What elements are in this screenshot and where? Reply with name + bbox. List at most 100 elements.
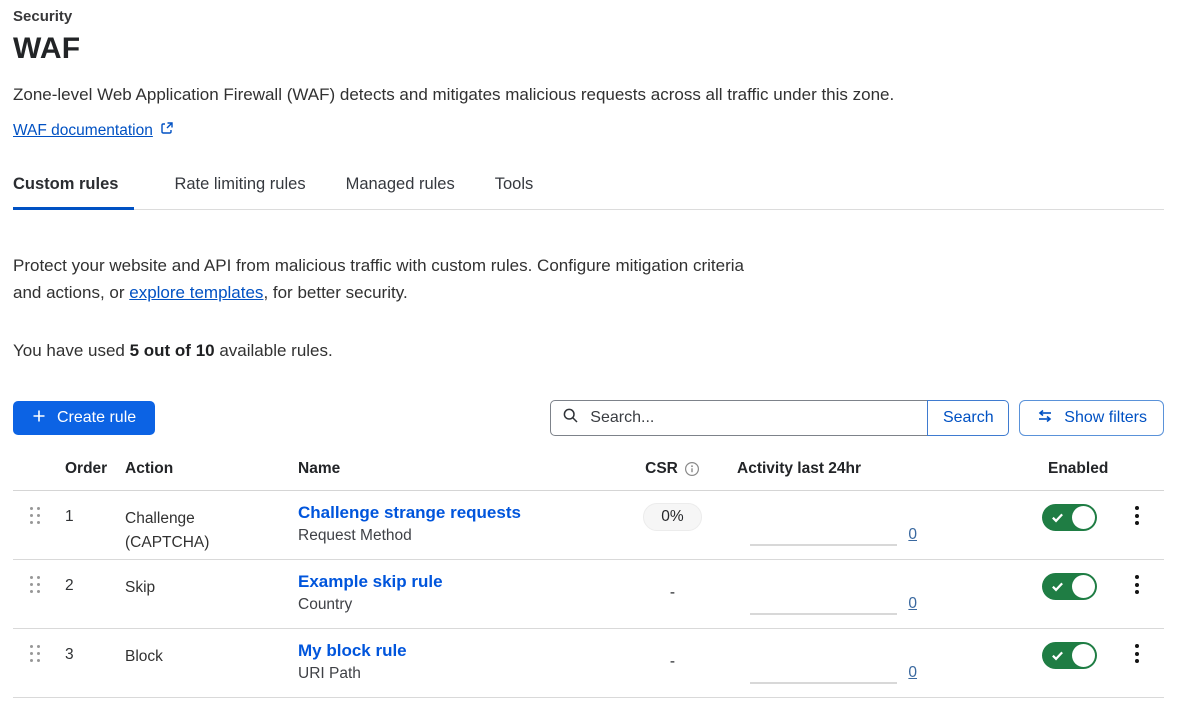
rule-name-cell: Challenge strange requests Request Metho… — [293, 491, 625, 559]
drag-handle-cell — [13, 491, 60, 559]
csr-value: - — [670, 653, 675, 671]
check-icon — [1051, 580, 1064, 598]
rule-action: Skip — [120, 560, 293, 628]
rule-order: 2 — [60, 560, 120, 628]
info-icon[interactable] — [684, 461, 700, 477]
drag-handle-cell — [13, 629, 60, 697]
check-icon — [1051, 649, 1064, 667]
rule-name-link[interactable]: Example skip rule — [298, 572, 443, 592]
toggle-knob — [1072, 644, 1095, 667]
breadcrumb: Security — [13, 8, 1164, 25]
enabled-toggle[interactable] — [1042, 504, 1097, 531]
csr-cell: - — [625, 560, 720, 628]
activity-cell: 0 — [720, 491, 935, 559]
enabled-cell — [1030, 629, 1110, 697]
search-group: Search — [550, 400, 1009, 436]
col-header-name: Name — [293, 460, 625, 478]
plus-icon — [32, 409, 46, 428]
documentation-row: WAF documentation — [13, 121, 1164, 140]
rule-order: 3 — [60, 629, 120, 697]
usage-count: 5 out of 10 — [130, 341, 215, 360]
rule-name-cell: Example skip rule Country — [293, 560, 625, 628]
waf-documentation-link[interactable]: WAF documentation — [13, 122, 153, 140]
show-filters-button[interactable]: Show filters — [1019, 400, 1164, 436]
page-title: WAF — [13, 32, 1164, 66]
menu-cell — [1110, 491, 1164, 559]
rule-action: Block — [120, 629, 293, 697]
intro-text: Protect your website and API from malici… — [13, 252, 755, 306]
toggle-knob — [1072, 575, 1095, 598]
create-rule-label: Create rule — [57, 409, 136, 427]
csr-cell: 0% — [625, 491, 720, 559]
tab-managed-rules[interactable]: Managed rules — [346, 175, 455, 209]
explore-templates-link[interactable]: explore templates — [129, 283, 263, 302]
activity-count-link[interactable]: 0 — [908, 664, 917, 682]
rule-order: 1 — [60, 491, 120, 559]
table-row: 2 Skip Example skip rule Country - 0 — [13, 560, 1164, 629]
drag-handle-icon[interactable] — [30, 645, 40, 662]
usage-before: You have used — [13, 341, 130, 360]
activity-sparkline — [750, 613, 897, 615]
create-rule-button[interactable]: Create rule — [13, 401, 155, 435]
tab-tools[interactable]: Tools — [495, 175, 534, 209]
drag-handle-cell — [13, 560, 60, 628]
toolbar: Create rule Search — [13, 400, 1164, 436]
enabled-cell — [1030, 491, 1110, 559]
drag-handle-icon[interactable] — [30, 507, 40, 524]
menu-cell — [1110, 629, 1164, 697]
csr-badge: 0% — [643, 503, 701, 531]
col-header-csr: CSR — [645, 460, 678, 478]
row-menu-button[interactable] — [1131, 506, 1143, 525]
rule-name-link[interactable]: My block rule — [298, 641, 407, 661]
rule-name-cell: My block rule URI Path — [293, 629, 625, 697]
usage-text: You have used 5 out of 10 available rule… — [13, 341, 1164, 361]
csr-cell: - — [625, 629, 720, 697]
external-link-icon — [160, 121, 174, 140]
csr-value: - — [670, 584, 675, 602]
rule-action-line2: (CAPTCHA) — [125, 531, 293, 555]
search-input[interactable] — [588, 408, 916, 428]
rule-action-line1: Challenge — [125, 507, 293, 531]
enabled-cell — [1030, 560, 1110, 628]
intro-part2: , for better security. — [263, 283, 407, 302]
col-header-order: Order — [60, 460, 120, 478]
row-menu-button[interactable] — [1131, 575, 1143, 594]
col-header-enabled: Enabled — [1030, 460, 1110, 478]
table-header-row: Order Action Name CSR Activity last 24hr… — [13, 460, 1164, 491]
table-row: 3 Block My block rule URI Path - 0 — [13, 629, 1164, 698]
enabled-toggle[interactable] — [1042, 642, 1097, 669]
show-filters-label: Show filters — [1064, 409, 1147, 427]
rule-action: Challenge (CAPTCHA) — [120, 491, 293, 559]
rule-field: Request Method — [298, 527, 625, 545]
col-header-activity: Activity last 24hr — [720, 460, 935, 478]
tab-rate-limiting-rules[interactable]: Rate limiting rules — [174, 175, 305, 209]
activity-cell: 0 — [720, 629, 935, 697]
rule-field: Country — [298, 596, 625, 614]
rules-table: Order Action Name CSR Activity last 24hr… — [13, 460, 1164, 698]
rule-action-line1: Skip — [125, 576, 293, 600]
tab-custom-rules[interactable]: Custom rules — [13, 175, 134, 210]
rule-name-link[interactable]: Challenge strange requests — [298, 503, 521, 523]
waf-page: Security WAF Zone-level Web Application … — [0, 0, 1177, 698]
usage-after: available rules. — [215, 341, 333, 360]
filters-arrows-icon — [1036, 407, 1054, 430]
drag-handle-icon[interactable] — [30, 576, 40, 593]
search-button[interactable]: Search — [927, 400, 1009, 436]
col-header-action: Action — [120, 460, 293, 478]
activity-sparkline — [750, 544, 897, 546]
enabled-toggle[interactable] — [1042, 573, 1097, 600]
table-row: 1 Challenge (CAPTCHA) Challenge strange … — [13, 491, 1164, 560]
row-menu-button[interactable] — [1131, 644, 1143, 663]
check-icon — [1051, 511, 1064, 529]
activity-cell: 0 — [720, 560, 935, 628]
search-box — [550, 400, 928, 436]
rule-field: URI Path — [298, 665, 625, 683]
activity-count-link[interactable]: 0 — [908, 526, 917, 544]
rule-action-line1: Block — [125, 645, 293, 669]
toggle-knob — [1072, 506, 1095, 529]
activity-sparkline — [750, 682, 897, 684]
activity-count-link[interactable]: 0 — [908, 595, 917, 613]
page-description: Zone-level Web Application Firewall (WAF… — [13, 85, 1164, 105]
menu-cell — [1110, 560, 1164, 628]
search-icon — [562, 407, 579, 429]
